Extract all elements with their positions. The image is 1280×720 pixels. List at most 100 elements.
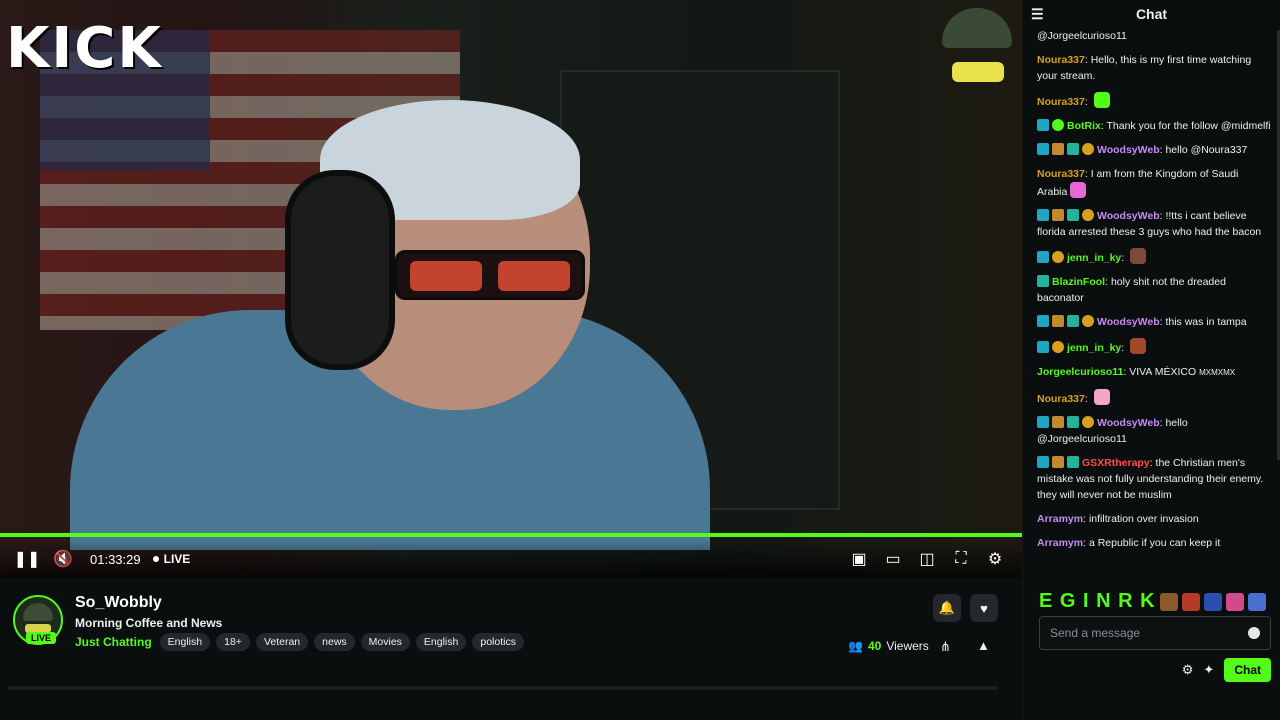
follow-heart-icon[interactable]: ♥ xyxy=(970,594,998,622)
viewer-label: Viewers xyxy=(886,639,929,653)
chat-text: infiltration over invasion xyxy=(1088,513,1199,525)
tag[interactable]: news xyxy=(314,633,355,651)
emoji-picker-icon[interactable] xyxy=(1248,627,1260,639)
emote-icon[interactable] xyxy=(1130,248,1147,264)
chat-text: Thank you for the follow @midmelfi xyxy=(1106,120,1271,132)
page-scrollbar[interactable] xyxy=(8,686,998,690)
mod-badge-icon xyxy=(1037,119,1049,131)
tag-row: Just Chatting English 18+ Veteran news M… xyxy=(75,633,524,651)
tag[interactable]: Veteran xyxy=(255,633,309,651)
vip-badge-icon xyxy=(1067,209,1079,221)
emote-icon[interactable] xyxy=(1159,592,1178,611)
chat-messages[interactable]: @Jorgeelcurioso11 Noura337: Hello, this i… xyxy=(1023,28,1280,580)
channel-name[interactable]: So_Wobbly xyxy=(75,594,162,612)
vip-badge-icon xyxy=(1067,456,1079,468)
mute-icon[interactable]: 🔇 xyxy=(50,546,76,572)
mod-badge-icon xyxy=(1037,251,1049,263)
tag[interactable]: 18+ xyxy=(216,633,250,651)
mod-badge-icon xyxy=(1037,456,1049,468)
chat-username[interactable]: Noura337 xyxy=(1037,54,1085,66)
chat-message: Noura337: Hello, this is my first time w… xyxy=(1037,54,1252,82)
chat-message: Noura337: xyxy=(1037,389,1271,407)
sub-badge-icon xyxy=(1052,416,1064,428)
mod-badge-icon xyxy=(1037,143,1049,155)
tag[interactable]: English xyxy=(159,633,211,651)
emote-icon[interactable] xyxy=(1203,592,1222,611)
stream-title: Morning Coffee and News xyxy=(75,616,223,630)
coin-badge-icon xyxy=(1082,315,1094,327)
chat-message: Jorgeelcurioso11: VIVA MÉXICO MXMXMX xyxy=(1037,366,1236,378)
chat-rules-icon[interactable]: ✦ xyxy=(1203,662,1214,678)
emote-icon[interactable] xyxy=(1070,182,1087,198)
chat-message: WoodsyWeb: hello @Noura337 xyxy=(1037,142,1271,158)
chat-header: ☰ Chat xyxy=(1023,0,1280,28)
settings-icon[interactable]: ⚙ xyxy=(982,546,1008,572)
chat-username[interactable]: BotRix xyxy=(1067,120,1101,132)
emote-text[interactable]: E G I N R K xyxy=(1039,590,1156,613)
live-indicator[interactable]: LIVE xyxy=(164,552,191,566)
viewer-count: 👥 40 Viewers xyxy=(848,639,929,653)
chat-text: VIVA MÉXICO xyxy=(1129,366,1197,378)
emote-icon[interactable] xyxy=(1181,592,1200,611)
share-icon[interactable]: ⋔ xyxy=(940,639,951,655)
emote-icon[interactable] xyxy=(1225,592,1244,611)
chat-username[interactable]: WoodsyWeb xyxy=(1097,144,1160,156)
video-player[interactable]: KICK ❚❚ 🔇 01:33:29 LIVE ▣ ▭ ◫ ⛶ ⚙ xyxy=(0,0,1022,578)
notification-bell-icon[interactable]: 🔔 xyxy=(933,594,961,622)
emote-bar: E G I N R K xyxy=(1039,590,1266,613)
chat-username[interactable]: jenn_in_ky xyxy=(1067,342,1121,354)
pip-icon[interactable]: ◫ xyxy=(914,546,940,572)
chat-username[interactable]: WoodsyWeb xyxy=(1097,417,1160,429)
tag[interactable]: polotics xyxy=(472,633,524,651)
chat-settings-icon[interactable]: ⚙ xyxy=(1182,662,1194,678)
chat-text: @Jorgeelcurioso11 xyxy=(1037,30,1127,42)
chat-username[interactable]: Noura337 xyxy=(1037,96,1085,108)
tag[interactable]: Movies xyxy=(360,633,410,651)
viewers-icon: 👥 xyxy=(848,639,863,653)
chat-message: BotRix: Thank you for the follow @midmel… xyxy=(1037,118,1271,134)
chat-footer: ⚙ ✦ Chat xyxy=(1023,656,1280,684)
chat-message: jenn_in_ky: xyxy=(1037,248,1271,266)
chat-message: @Jorgeelcurioso11 xyxy=(1037,28,1271,44)
chat-message: WoodsyWeb: !!tts i cant believe florida … xyxy=(1037,209,1262,238)
emote-icon[interactable] xyxy=(1093,389,1110,405)
chat-username[interactable]: WoodsyWeb xyxy=(1097,316,1160,328)
chat-username[interactable]: jenn_in_ky xyxy=(1067,252,1121,264)
live-dot-icon xyxy=(152,556,159,562)
chat-message: Noura337: I am from the Kingdom of Saudi… xyxy=(1037,168,1239,198)
ver-badge-icon xyxy=(1052,119,1064,131)
emote-icon[interactable] xyxy=(1093,92,1110,108)
coin-badge-icon xyxy=(1082,209,1094,221)
vip-badge-icon xyxy=(1067,315,1079,327)
fullscreen-icon[interactable]: ⛶ xyxy=(948,546,974,572)
category-link[interactable]: Just Chatting xyxy=(75,635,152,649)
collapse-chat-icon[interactable]: ☰ xyxy=(1031,6,1044,23)
player-controls: ❚❚ 🔇 01:33:29 LIVE ▣ ▭ ◫ ⛶ ⚙ xyxy=(0,540,1022,578)
send-chat-button[interactable]: Chat xyxy=(1224,658,1271,682)
chat-username[interactable]: GSXRtherapy xyxy=(1082,457,1150,469)
report-icon[interactable]: ▲ xyxy=(977,638,990,653)
pause-icon[interactable]: ❚❚ xyxy=(14,546,41,572)
chat-username[interactable]: BlazinFool xyxy=(1052,276,1105,288)
app: KICK ❚❚ 🔇 01:33:29 LIVE ▣ ▭ ◫ ⛶ ⚙ LIVE S… xyxy=(0,0,1280,720)
chat-username[interactable]: Arramym xyxy=(1037,513,1083,525)
mod-badge-icon xyxy=(1037,315,1049,327)
chat-username[interactable]: Jorgeelcurioso11 xyxy=(1037,366,1123,378)
chat-panel: ☰ Chat @Jorgeelcurioso11 Noura337: Hello,… xyxy=(1022,0,1280,720)
sub-badge-icon xyxy=(1052,209,1064,221)
emote-icon[interactable] xyxy=(1247,592,1266,611)
chat-username[interactable]: Noura337 xyxy=(1037,168,1085,180)
chat-username[interactable]: Noura337 xyxy=(1037,393,1085,405)
playback-progress-bar[interactable] xyxy=(0,533,1022,537)
chat-input-placeholder: Send a message xyxy=(1050,626,1141,640)
chat-username[interactable]: WoodsyWeb xyxy=(1097,210,1160,222)
tag[interactable]: English xyxy=(415,633,467,651)
theater-icon[interactable]: ▭ xyxy=(880,546,906,572)
chat-message: WoodsyWeb: hello @Jorgeelcurioso11 xyxy=(1037,416,1188,445)
chat-input[interactable]: Send a message xyxy=(1039,616,1271,650)
stream-time: 01:33:29 xyxy=(90,551,141,567)
vip-badge-icon xyxy=(1037,275,1049,287)
chat-username[interactable]: Arramym xyxy=(1037,537,1083,549)
miniplayer-icon[interactable]: ▣ xyxy=(846,546,872,572)
emote-icon[interactable] xyxy=(1130,338,1147,354)
